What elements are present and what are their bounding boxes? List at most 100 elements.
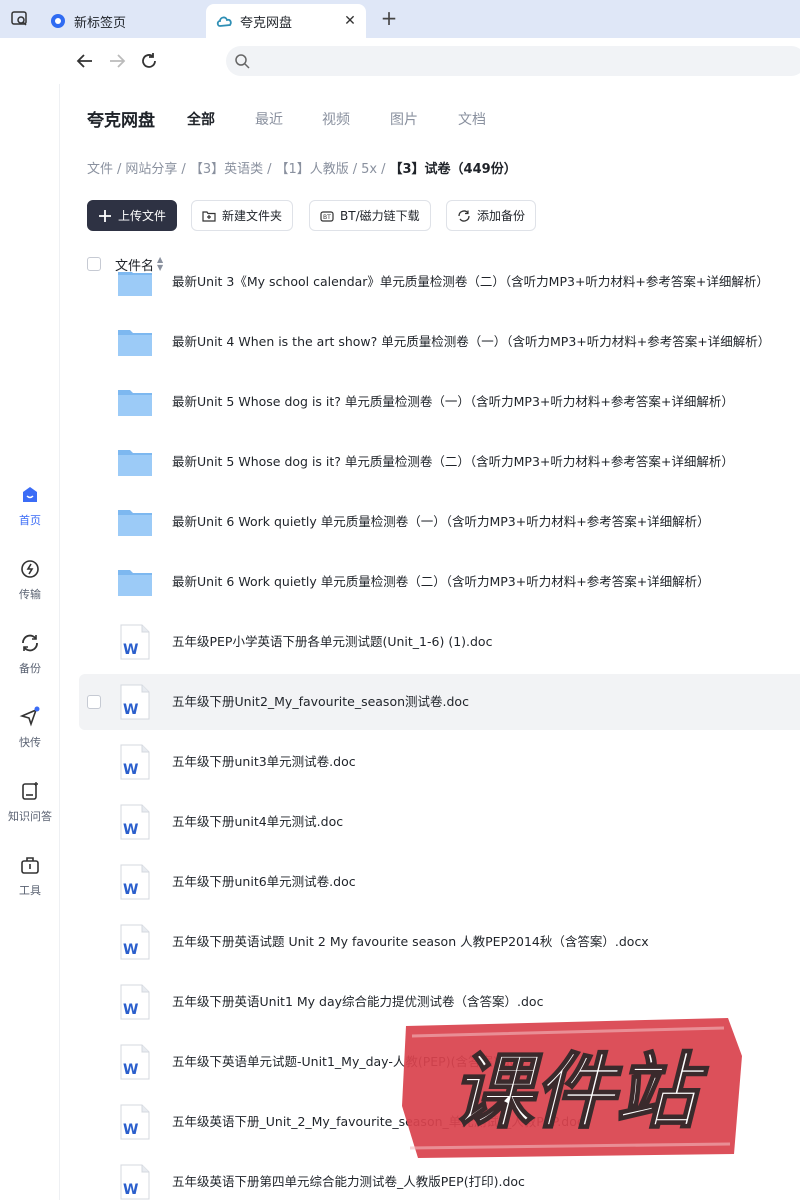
file-row[interactable]: W 五年级PEP小学英语下册各单元测试题(Unit_1-6) (1).doc [79, 614, 800, 670]
folder-icon [117, 384, 153, 420]
word-doc-icon: W [117, 1044, 153, 1080]
transfer-icon [21, 560, 39, 578]
breadcrumb-item[interactable]: 【3】英语类 [190, 162, 263, 177]
file-row[interactable]: W 五年级下册unit4单元测试.doc [79, 794, 800, 850]
rail-item-quick-send[interactable]: 快传 [0, 706, 60, 750]
category-tab-recent[interactable]: 最近 [255, 109, 283, 129]
cloud-drive-icon [216, 13, 232, 29]
file-row[interactable]: W 五年级下册unit3单元测试卷.doc [79, 734, 800, 790]
file-row[interactable]: 最新Unit 5 Whose dog is it? 单元质量检测卷（二）（含听力… [79, 434, 800, 490]
file-row[interactable]: W 五年级下册英语试题 Unit 2 My favourite season 人教… [79, 914, 800, 970]
left-rail: 首页 传输 备份 快传 知识问答 工具 [0, 84, 60, 1200]
address-bar[interactable] [226, 46, 800, 76]
rail-label: 知识问答 [8, 810, 52, 823]
file-name: 最新Unit 6 Work quietly 单元质量检测卷（二）（含听力MP3+… [172, 574, 710, 589]
svg-text:W: W [123, 1002, 138, 1018]
folder-icon [117, 444, 153, 480]
file-name: 最新Unit 3《My school calendar》单元质量检测卷（二）（含… [172, 274, 769, 289]
file-row[interactable]: 最新Unit 4 When is the art show? 单元质量检测卷（一… [79, 314, 800, 370]
rail-item-transfer[interactable]: 传输 [0, 558, 60, 602]
file-row[interactable]: 最新Unit 5 Whose dog is it? 单元质量检测卷（一）（含听力… [79, 374, 800, 430]
magnet-icon: BT [320, 210, 334, 222]
word-doc-icon: W [117, 864, 153, 900]
sort-icon[interactable]: ▲ ▼ [157, 256, 163, 272]
row-checkbox[interactable] [87, 695, 101, 709]
browser-tab-new[interactable]: 新标签页 [40, 4, 200, 38]
button-label: 添加备份 [477, 209, 526, 223]
category-tab-video[interactable]: 视频 [322, 109, 350, 129]
breadcrumb-item[interactable]: 【1】人教版 [275, 162, 348, 177]
file-row[interactable]: 最新Unit 6 Work quietly 单元质量检测卷（二）（含听力MP3+… [79, 554, 800, 610]
breadcrumb-separator: / [352, 162, 358, 177]
file-row[interactable]: 最新Unit 3《My school calendar》单元质量检测卷（二）（含… [79, 272, 800, 310]
button-label: 上传文件 [118, 209, 167, 223]
folder-icon [117, 564, 153, 600]
column-header-name[interactable]: 文件名 [115, 255, 154, 274]
file-row[interactable]: W 五年级下册Unit2_My_favourite_season测试卷.doc [79, 674, 800, 730]
quark-logo-icon [50, 13, 66, 29]
svg-text:W: W [123, 642, 138, 658]
rail-label: 工具 [19, 884, 41, 897]
tab-label: 夸克网盘 [240, 15, 293, 31]
rail-item-backup[interactable]: 备份 [0, 632, 60, 676]
breadcrumb-separator: / [381, 162, 386, 177]
svg-text:W: W [123, 882, 138, 898]
backup-icon [458, 209, 470, 222]
file-name: 最新Unit 5 Whose dog is it? 单元质量检测卷（二）（含听力… [172, 454, 734, 469]
file-name: 五年级PEP小学英语下册各单元测试题(Unit_1-6) (1).doc [172, 634, 493, 649]
new-folder-icon [202, 210, 216, 222]
file-row[interactable]: W 五年级下册unit6单元测试卷.doc [79, 854, 800, 910]
upload-file-button[interactable]: 上传文件 [87, 200, 178, 231]
rail-item-home[interactable]: 首页 [0, 484, 60, 528]
category-tab-image[interactable]: 图片 [390, 109, 418, 129]
reload-icon[interactable] [138, 50, 160, 72]
word-doc-icon: W [117, 744, 153, 780]
file-name: 五年级下册Unit2_My_favourite_season测试卷.doc [172, 694, 469, 709]
file-row[interactable]: 最新Unit 6 Work quietly 单元质量检测卷（一）（含听力MP3+… [79, 494, 800, 550]
word-doc-icon: W [117, 924, 153, 960]
breadcrumb-item[interactable]: 5x [361, 162, 377, 177]
file-name: 五年级下册英语试题 Unit 2 My favourite season 人教P… [172, 934, 649, 949]
rail-label: 传输 [19, 588, 41, 601]
search-icon [234, 53, 250, 69]
word-doc-icon: W [117, 804, 153, 840]
new-tab-button[interactable]: + [378, 8, 400, 30]
watermark-logo: 课件站 [402, 1018, 742, 1158]
file-row[interactable]: W 五年级英语下册第四单元综合能力测试卷_人教版PEP(打印).doc [79, 1154, 800, 1200]
close-tab-icon[interactable]: ✕ [342, 13, 358, 29]
select-all-checkbox[interactable] [87, 257, 101, 271]
breadcrumb-separator: / [117, 162, 122, 177]
rail-label: 首页 [19, 514, 41, 527]
category-tab-document[interactable]: 文档 [458, 109, 486, 129]
file-name: 五年级英语下册第四单元综合能力测试卷_人教版PEP(打印).doc [172, 1174, 525, 1189]
file-name: 最新Unit 5 Whose dog is it? 单元质量检测卷（一）（含听力… [172, 394, 734, 409]
list-header: 文件名 ▲ ▼ [87, 254, 163, 274]
breadcrumb-separator: / [181, 162, 186, 177]
breadcrumb: 文件 / 网站分享 / 【3】英语类 / 【1】人教版/5x / 【3】试卷（449份） [87, 158, 517, 177]
forward-arrow-icon[interactable] [106, 50, 128, 72]
svg-text:W: W [123, 942, 138, 958]
breadcrumb-item[interactable]: 网站分享 [125, 162, 177, 177]
word-doc-icon: W [117, 624, 153, 660]
tab-search-icon[interactable] [10, 9, 30, 29]
button-label: 新建文件夹 [222, 209, 283, 223]
browser-toolbar [0, 38, 800, 84]
breadcrumb-item[interactable]: 文件 [87, 162, 113, 177]
svg-text:W: W [123, 822, 138, 838]
folder-icon [117, 272, 153, 300]
rail-item-tools[interactable]: 工具 [0, 854, 60, 898]
breadcrumb-separator: / [267, 162, 272, 177]
svg-text:W: W [123, 702, 138, 718]
svg-text:W: W [123, 1182, 138, 1198]
new-folder-button[interactable]: 新建文件夹 [191, 200, 294, 231]
add-backup-button[interactable]: 添加备份 [446, 200, 537, 231]
browser-tab-quark-drive[interactable]: 夸克网盘 ✕ [206, 4, 366, 38]
bt-download-button[interactable]: BT BT/磁力链下载 [309, 200, 431, 231]
back-arrow-icon[interactable] [74, 50, 96, 72]
word-doc-icon: W [117, 684, 153, 720]
rail-item-qa[interactable]: 知识问答 [0, 780, 60, 824]
svg-text:W: W [123, 762, 138, 778]
category-tab-all[interactable]: 全部 [187, 109, 215, 129]
file-name: 五年级下册unit6单元测试卷.doc [172, 874, 356, 889]
watermark-text: 课件站 [451, 1045, 709, 1140]
